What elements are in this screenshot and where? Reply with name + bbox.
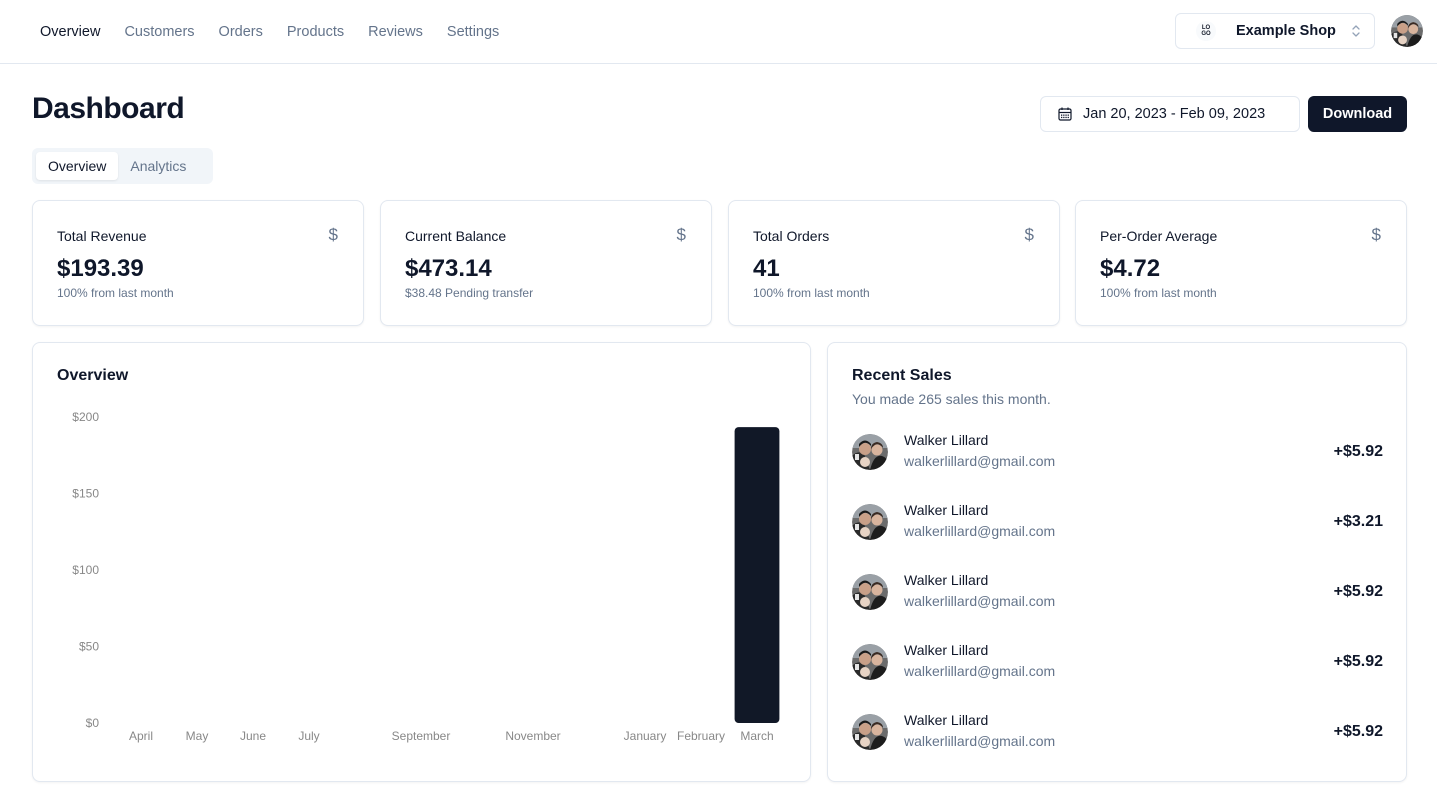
- recent-sales-card: Recent Sales You made 265 sales this mon…: [827, 342, 1407, 782]
- main-nav: Overview Customers Orders Products Revie…: [40, 0, 499, 63]
- sale-amount: +$3.21: [1333, 513, 1383, 530]
- x-tick-label: January: [624, 729, 667, 743]
- page-title: Dashboard: [32, 92, 185, 125]
- customer-name: Walker Lillard: [904, 432, 989, 448]
- dollar-icon: $: [1371, 225, 1381, 244]
- customer-email: walkerlillard@gmail.com: [904, 593, 1056, 609]
- customer-avatar: [852, 644, 888, 680]
- sale-amount: +$5.92: [1333, 583, 1383, 600]
- download-button[interactable]: Download: [1308, 96, 1407, 132]
- stat-value: 41: [753, 255, 780, 282]
- y-tick-label: $150: [72, 487, 99, 501]
- x-tick-label: September: [392, 729, 451, 743]
- stat-label: Total Revenue: [57, 228, 147, 244]
- customer-name: Walker Lillard: [904, 502, 989, 518]
- recent-sales-title: Recent Sales: [852, 367, 952, 384]
- shop-selector[interactable]: LO GO Example Shop: [1175, 13, 1375, 49]
- dollar-icon: $: [676, 225, 686, 244]
- nav-item-orders[interactable]: Orders: [219, 24, 263, 40]
- tab-analytics[interactable]: Analytics: [118, 152, 198, 180]
- stat-subtext: 100% from last month: [753, 286, 870, 300]
- recent-sales-description: You made 265 sales this month.: [852, 391, 1051, 407]
- nav-item-overview[interactable]: Overview: [40, 24, 100, 40]
- tab-overview[interactable]: Overview: [36, 152, 119, 180]
- x-tick-label: March: [740, 729, 773, 743]
- stat-value: $473.14: [405, 255, 492, 282]
- stat-subtext: $38.48 Pending transfer: [405, 286, 534, 300]
- stat-subtext: 100% from last month: [57, 286, 174, 300]
- customer-email: walkerlillard@gmail.com: [904, 733, 1056, 749]
- stat-value: $4.72: [1100, 255, 1161, 282]
- y-tick-label: $200: [72, 410, 99, 424]
- date-range-picker[interactable]: Jan 20, 2023 - Feb 09, 2023: [1040, 96, 1300, 132]
- y-tick-label: $50: [79, 640, 99, 654]
- x-tick-label: May: [186, 729, 209, 743]
- shop-logo-line-2: GO: [1201, 31, 1211, 37]
- nav-item-products[interactable]: Products: [287, 24, 344, 40]
- customer-email: walkerlillard@gmail.com: [904, 453, 1056, 469]
- sale-item: Walker Lillard walkerlillard@gmail.com +…: [852, 432, 1383, 472]
- customer-name: Walker Lillard: [904, 642, 989, 658]
- stat-card-current-balance: Current Balance $ $473.14 $38.48 Pending…: [380, 200, 712, 326]
- sale-amount: +$5.92: [1333, 443, 1383, 460]
- customer-email: walkerlillard@gmail.com: [904, 663, 1056, 679]
- customer-avatar: [852, 714, 888, 750]
- customer-avatar: [852, 574, 888, 610]
- calendar-icon: [1058, 107, 1072, 121]
- sale-item: Walker Lillard walkerlillard@gmail.com +…: [852, 572, 1383, 612]
- overview-bar-chart: $0 $50 $100 $150 $200 April May June July Septemb…: [72, 410, 780, 743]
- x-tick-label: February: [677, 729, 725, 743]
- top-navigation-bar: Overview Customers Orders Products Revie…: [0, 0, 1437, 64]
- date-range-text: Jan 20, 2023 - Feb 09, 2023: [1083, 106, 1266, 122]
- shop-logo: LO GO: [1196, 21, 1216, 41]
- dollar-icon: $: [1024, 225, 1034, 244]
- nav-item-settings[interactable]: Settings: [447, 24, 499, 40]
- dollar-icon: $: [328, 225, 338, 244]
- customer-avatar: [852, 434, 888, 470]
- nav-item-reviews[interactable]: Reviews: [368, 24, 423, 40]
- shop-name: Example Shop: [1236, 23, 1336, 39]
- stat-card-total-revenue: Total Revenue $ $193.39 100% from last m…: [32, 200, 364, 326]
- customer-email: walkerlillard@gmail.com: [904, 523, 1056, 539]
- nav-item-customers[interactable]: Customers: [124, 24, 194, 40]
- stat-subtext: 100% from last month: [1100, 286, 1217, 300]
- y-tick-label: $0: [86, 716, 100, 730]
- x-tick-label: June: [240, 729, 266, 743]
- x-tick-label: April: [129, 729, 153, 743]
- y-tick-label: $100: [72, 563, 99, 577]
- avatar-image: [1391, 15, 1423, 47]
- sale-amount: +$5.92: [1333, 653, 1383, 670]
- customer-name: Walker Lillard: [904, 572, 989, 588]
- bar-march: [734, 427, 780, 723]
- stat-value: $193.39: [57, 255, 144, 282]
- sale-item: Walker Lillard walkerlillard@gmail.com +…: [852, 642, 1383, 682]
- stat-card-total-orders: Total Orders $ 41 100% from last month: [728, 200, 1060, 326]
- overview-chart-card: Overview $0 $50 $100 $150 $200 April May June Ju…: [32, 342, 811, 782]
- customer-name: Walker Lillard: [904, 712, 989, 728]
- x-tick-label: November: [505, 729, 560, 743]
- chevrons-up-down-icon: [1352, 25, 1360, 37]
- stat-label: Current Balance: [405, 228, 507, 244]
- sale-item: Walker Lillard walkerlillard@gmail.com +…: [852, 502, 1383, 542]
- sale-item: Walker Lillard walkerlillard@gmail.com +…: [852, 712, 1383, 752]
- dashboard-tabs: Overview Analytics: [32, 148, 213, 184]
- customer-avatar: [852, 504, 888, 540]
- stat-label: Total Orders: [753, 228, 830, 244]
- x-tick-label: July: [298, 729, 319, 743]
- stat-card-per-order-average: Per-Order Average $ $4.72 100% from last…: [1075, 200, 1407, 326]
- user-avatar[interactable]: [1391, 15, 1423, 47]
- sale-amount: +$5.92: [1333, 723, 1383, 740]
- stat-label: Per-Order Average: [1100, 228, 1218, 244]
